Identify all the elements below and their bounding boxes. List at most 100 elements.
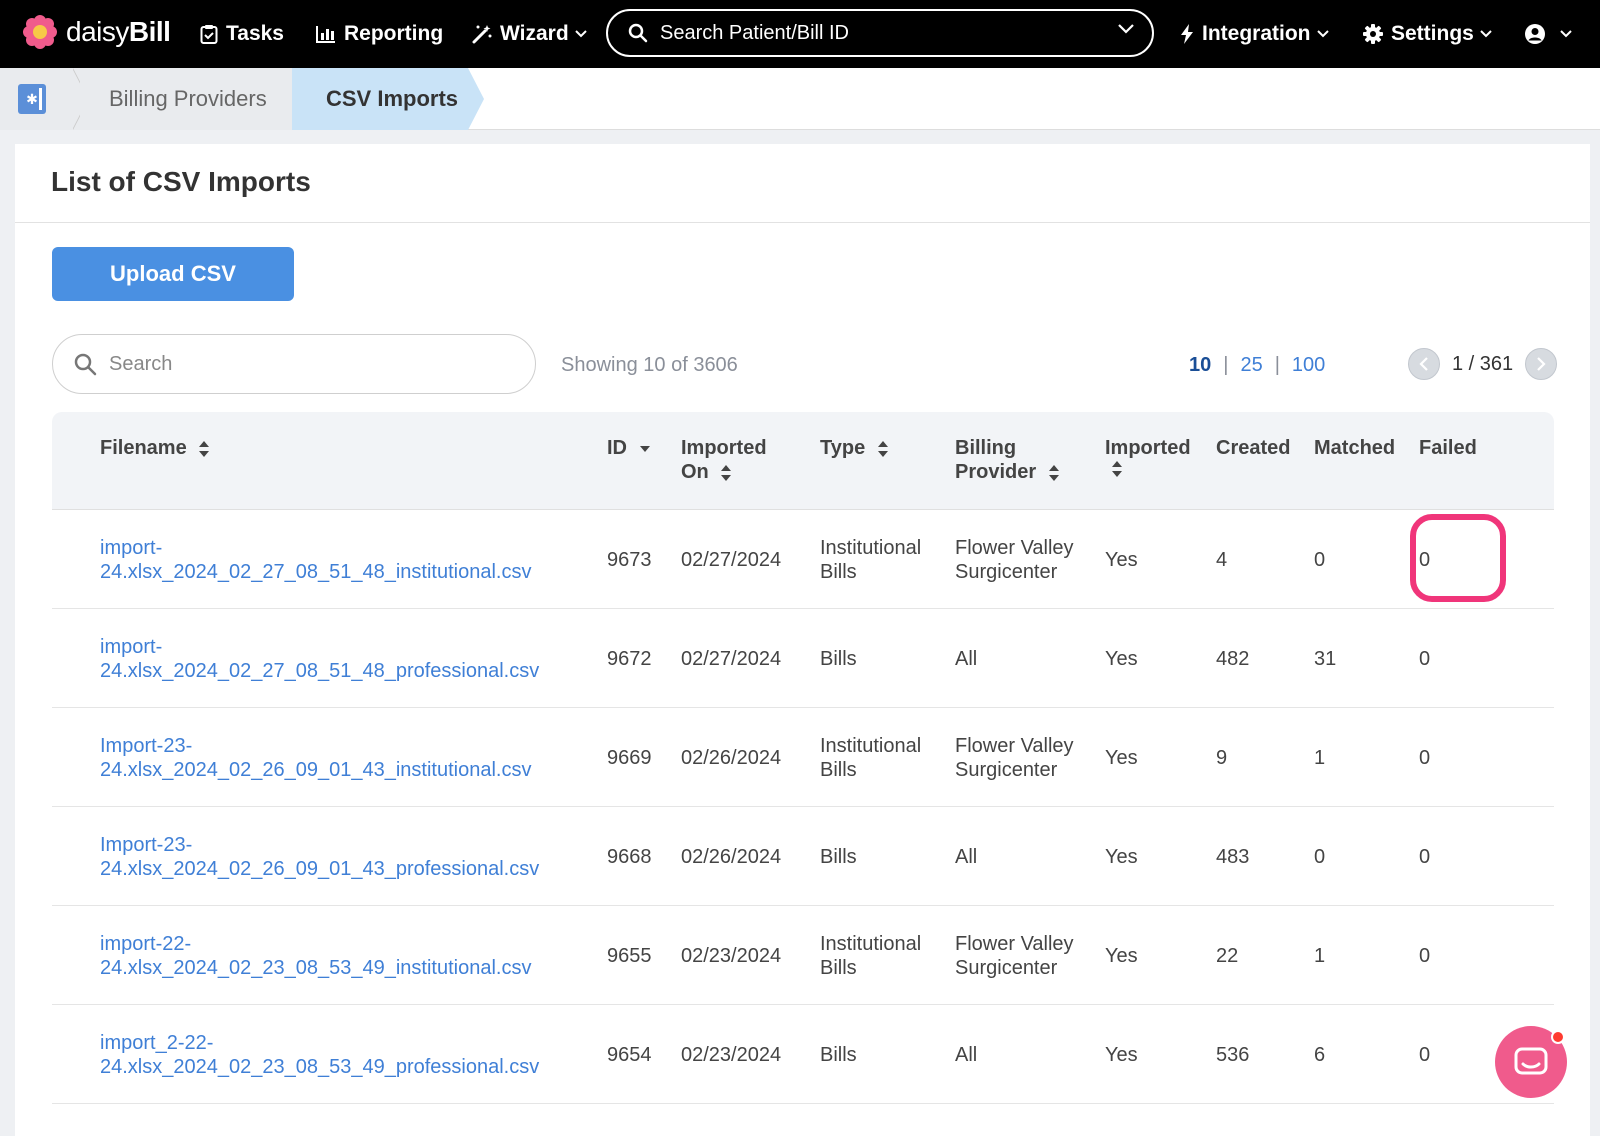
cell-file[interactable]: import- 24.xlsx_2024_02_27_08_51_48_profe… [100, 635, 539, 683]
cell-imported: Yes [1105, 1044, 1138, 1066]
user-circle-icon [1525, 24, 1545, 44]
header-failed: Failed [1419, 437, 1477, 459]
sort-icon [1048, 464, 1059, 481]
pagination: 1 / 361 [1408, 348, 1558, 380]
cell-id: 9654 [607, 1044, 652, 1066]
chat-icon [1514, 1047, 1548, 1075]
nav-wizard-label: Wizard [500, 22, 569, 45]
patient-bill-search-placeholder: Search Patient/Bill ID [660, 21, 849, 44]
per-page-separator: | [1274, 354, 1280, 376]
cell-imported: Yes [1105, 945, 1138, 967]
imports-search[interactable] [52, 334, 536, 394]
chevron-down-icon[interactable] [1118, 24, 1134, 34]
cell-file[interactable]: Import-23- 24.xlsx_2024_02_26_09_01_43_in… [100, 734, 531, 782]
chevron-down-icon [1316, 30, 1329, 38]
cell-created: 483 [1216, 846, 1250, 868]
header-created: Created [1216, 437, 1291, 459]
cell-matched: 1 [1314, 747, 1326, 769]
patient-bill-search[interactable]: Search Patient/Bill ID [606, 9, 1154, 57]
clipboard-check-icon [200, 25, 218, 44]
sort-desc-icon [639, 445, 650, 452]
nav-reporting[interactable]: Reporting [316, 18, 443, 50]
sort-icon [199, 440, 210, 457]
nav-tasks[interactable]: Tasks [200, 18, 284, 50]
chevron-left-icon [1419, 357, 1428, 371]
magic-wand-icon [472, 25, 492, 44]
cell-failed: 0 [1419, 945, 1431, 967]
cell-file[interactable]: import_2-22- 24.xlsx_2024_02_23_08_53_49_… [100, 1031, 539, 1079]
breadcrumb-home[interactable]: ✱ [0, 68, 80, 130]
results-count: Showing 10 of 3606 [561, 354, 738, 376]
daisybill-logo[interactable]: daisyBill [22, 14, 171, 50]
cell-date: 02/26/2024 [681, 846, 782, 868]
nav-user-menu[interactable] [1524, 18, 1572, 50]
page-indicator: 1 / 361 [1452, 352, 1514, 375]
per-page-10[interactable]: 10 [1189, 354, 1211, 377]
cell-matched: 0 [1314, 549, 1326, 571]
daisy-flower-icon [23, 15, 57, 49]
cell-failed: 0 [1419, 1044, 1431, 1066]
header-id[interactable]: ID [607, 436, 651, 460]
breadcrumb-billing-providers[interactable]: Billing Providers [80, 68, 292, 130]
sort-icon [721, 464, 732, 481]
per-page-25[interactable]: 25 [1240, 354, 1262, 377]
imports-search-input[interactable] [109, 352, 489, 376]
sort-icon [1112, 461, 1122, 477]
cell-file[interactable]: import- 24.xlsx_2024_02_27_08_51_48_insti… [100, 536, 531, 584]
cell-type: Bills [820, 648, 857, 670]
imports-table: Filename ID Imported On Type Billing Pro… [52, 412, 1554, 1104]
nav-settings[interactable]: Settings [1363, 18, 1492, 50]
cell-created: 9 [1216, 747, 1228, 769]
nav-tasks-label: Tasks [226, 22, 284, 45]
nav-integration-label: Integration [1202, 22, 1311, 45]
notification-dot [1551, 1030, 1565, 1044]
cell-prov: All [955, 1044, 978, 1066]
cell-id: 9673 [607, 549, 652, 571]
nav-integration[interactable]: Integration [1180, 18, 1329, 50]
nav-settings-label: Settings [1391, 22, 1474, 45]
cell-date: 02/23/2024 [681, 945, 782, 967]
cell-id: 9672 [607, 648, 652, 670]
header-billing-provider[interactable]: Billing Provider [955, 436, 1060, 484]
cell-created: 536 [1216, 1044, 1250, 1066]
header-imported[interactable]: Imported [1105, 436, 1191, 484]
chevron-down-icon [574, 30, 587, 38]
chevron-down-icon [1560, 30, 1572, 38]
per-page-selector: 10 | 25 | 100 [1189, 354, 1325, 377]
page-title: List of CSV Imports [51, 166, 311, 197]
cell-file[interactable]: import-22- 24.xlsx_2024_02_23_08_53_49_in… [100, 932, 531, 980]
sort-icon [877, 440, 888, 457]
cell-file[interactable]: Import-23- 24.xlsx_2024_02_26_09_01_43_pr… [100, 833, 539, 881]
provider-book-icon: ✱ [18, 84, 46, 114]
cell-id: 9668 [607, 846, 652, 868]
cell-date: 02/26/2024 [681, 747, 782, 769]
cell-id: 9655 [607, 945, 652, 967]
table-row: import- 24.xlsx_2024_02_27_08_51_48_insti… [52, 510, 1554, 609]
cell-matched: 31 [1314, 648, 1337, 670]
cell-type: Institutional Bills [820, 735, 922, 781]
cell-created: 4 [1216, 549, 1228, 571]
cell-prov: All [955, 846, 978, 868]
next-page-button[interactable] [1525, 348, 1558, 380]
header-filename[interactable]: Filename [100, 436, 210, 460]
table-header: Filename ID Imported On Type Billing Pro… [52, 412, 1554, 510]
nav-wizard[interactable]: Wizard [472, 18, 587, 50]
per-page-100[interactable]: 100 [1292, 354, 1325, 377]
cell-created: 22 [1216, 945, 1239, 967]
nav-reporting-label: Reporting [344, 22, 444, 45]
cell-date: 02/23/2024 [681, 1044, 782, 1066]
header-imported-on[interactable]: Imported On [681, 436, 767, 484]
breadcrumb-csv-imports[interactable]: CSV Imports [292, 68, 468, 130]
cell-id: 9669 [607, 747, 652, 769]
upload-csv-button[interactable]: Upload CSV [52, 247, 294, 301]
search-icon [628, 23, 648, 43]
chevron-right-icon [1537, 357, 1546, 371]
header-type[interactable]: Type [820, 436, 889, 460]
breadcrumb: ✱ Billing Providers CSV Imports [0, 68, 1600, 130]
prev-page-button[interactable] [1408, 348, 1440, 380]
csv-imports-card: List of CSV Imports Upload CSV Showing 1… [15, 144, 1590, 1136]
cell-imported: Yes [1105, 648, 1138, 670]
cell-created: 482 [1216, 648, 1250, 670]
failed-highlight-annotation [1410, 514, 1506, 602]
cell-matched: 1 [1314, 945, 1326, 967]
